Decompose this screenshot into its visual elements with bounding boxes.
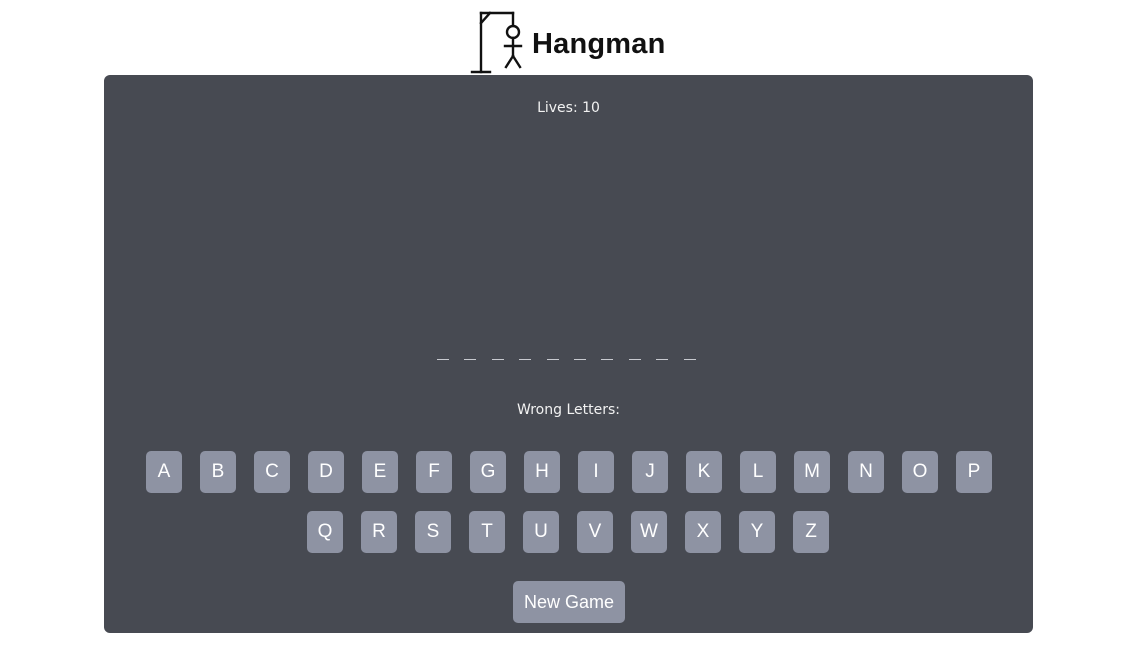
letter-key-m[interactable]: M bbox=[794, 451, 830, 493]
letter-key-g[interactable]: G bbox=[470, 451, 506, 493]
letter-key-j[interactable]: J bbox=[632, 451, 668, 493]
letter-blank bbox=[656, 359, 669, 360]
letter-key-f[interactable]: F bbox=[416, 451, 452, 493]
letter-key-r[interactable]: R bbox=[361, 511, 397, 553]
letter-key-x[interactable]: X bbox=[685, 511, 721, 553]
lives-counter: Lives: 10 bbox=[537, 100, 600, 116]
letter-blank bbox=[683, 359, 696, 360]
letter-blank bbox=[546, 359, 559, 360]
new-game-button[interactable]: New Game bbox=[513, 581, 625, 623]
gallows-stickman-icon bbox=[470, 11, 523, 74]
letter-key-q[interactable]: Q bbox=[307, 511, 343, 553]
letter-key-b[interactable]: B bbox=[200, 451, 236, 493]
letter-key-h[interactable]: H bbox=[524, 451, 560, 493]
letter-key-e[interactable]: E bbox=[362, 451, 398, 493]
letter-blank bbox=[601, 359, 614, 360]
letter-key-t[interactable]: T bbox=[469, 511, 505, 553]
letter-key-k[interactable]: K bbox=[686, 451, 722, 493]
letter-key-o[interactable]: O bbox=[902, 451, 938, 493]
word-blanks bbox=[437, 359, 701, 363]
page-title: Hangman bbox=[532, 28, 666, 60]
letter-key-s[interactable]: S bbox=[415, 511, 451, 553]
letter-blank bbox=[519, 359, 532, 360]
letter-key-y[interactable]: Y bbox=[739, 511, 775, 553]
letter-blank bbox=[491, 359, 504, 360]
letter-blank bbox=[628, 359, 641, 360]
letter-key-u[interactable]: U bbox=[523, 511, 559, 553]
game-panel: Lives: 10 Wrong Letters: ABCDEFGHIJKLMNO… bbox=[104, 75, 1033, 633]
letter-blank bbox=[574, 359, 586, 360]
letter-key-v[interactable]: V bbox=[577, 511, 613, 553]
letter-blank bbox=[437, 359, 449, 360]
header: Hangman bbox=[0, 0, 1143, 76]
wrong-letters-label: Wrong Letters: bbox=[517, 402, 620, 418]
letter-key-z[interactable]: Z bbox=[793, 511, 829, 553]
letter-key-w[interactable]: W bbox=[631, 511, 667, 553]
letter-key-c[interactable]: C bbox=[254, 451, 290, 493]
letter-key-n[interactable]: N bbox=[848, 451, 884, 493]
letter-blank bbox=[464, 359, 477, 360]
letter-key-p[interactable]: P bbox=[956, 451, 992, 493]
letter-key-i[interactable]: I bbox=[578, 451, 614, 493]
letter-key-l[interactable]: L bbox=[740, 451, 776, 493]
letter-key-a[interactable]: A bbox=[146, 451, 182, 493]
letter-key-d[interactable]: D bbox=[308, 451, 344, 493]
